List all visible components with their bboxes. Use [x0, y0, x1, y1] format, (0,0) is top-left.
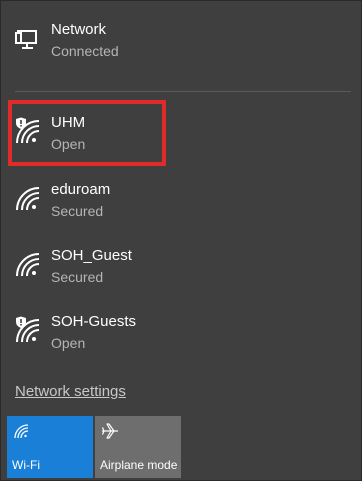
- airplane-mode-tile[interactable]: Airplane mode: [95, 416, 181, 478]
- current-network-row[interactable]: Network Connected: [7, 9, 353, 69]
- wifi-network-row-soh-guest[interactable]: SOH_Guest Secured: [7, 235, 353, 295]
- wifi-icon: [16, 187, 40, 211]
- network-flyout: Network Connected UHM Open eduroam Secur…: [0, 0, 362, 481]
- network-settings-link[interactable]: Network settings: [15, 383, 126, 400]
- wifi-network-row-soh-guests[interactable]: SOH-Guests Open: [7, 301, 353, 361]
- wifi-network-row-eduroam[interactable]: eduroam Secured: [7, 169, 353, 229]
- network-status: Secured: [51, 203, 104, 219]
- network-status: Connected: [51, 43, 119, 59]
- network-name: SOH_Guest: [51, 247, 132, 264]
- wifi-icon: [14, 424, 29, 439]
- airplane-icon: [101, 423, 118, 439]
- network-status: Secured: [51, 269, 104, 285]
- network-name: Network: [51, 21, 107, 38]
- network-name: eduroam: [51, 181, 111, 198]
- ethernet-monitor-icon: [15, 30, 37, 49]
- highlight-box: [8, 100, 166, 166]
- network-status: Open: [51, 335, 86, 351]
- network-name: SOH-Guests: [51, 313, 137, 330]
- tile-label: Airplane mode: [100, 458, 178, 472]
- wifi-toggle-tile[interactable]: Wi-Fi: [7, 416, 93, 478]
- wifi-icon: [16, 253, 40, 277]
- divider: [15, 91, 351, 92]
- wifi-shield-icon: [16, 316, 40, 343]
- tile-label: Wi-Fi: [12, 458, 40, 472]
